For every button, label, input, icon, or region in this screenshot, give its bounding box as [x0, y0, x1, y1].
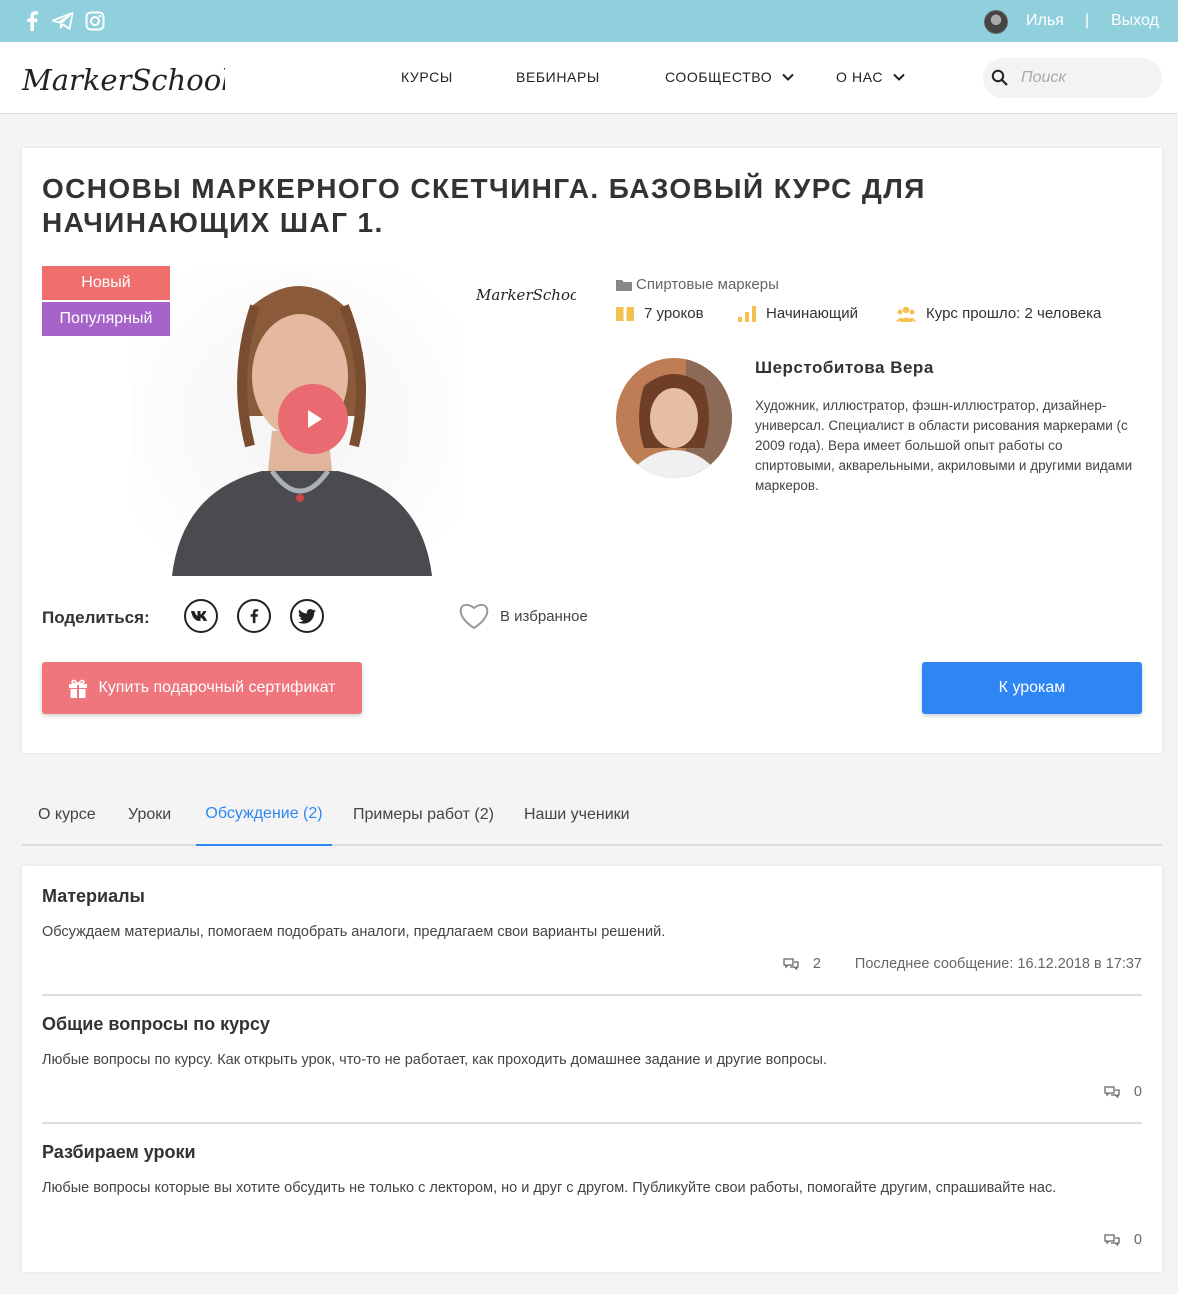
level-bars-icon	[738, 305, 756, 322]
topic-meta: 0	[1104, 1232, 1142, 1248]
author-bio: Художник, иллюстратор, фэшн-иллюстратор,…	[755, 398, 1133, 493]
badge-popular: Популярный	[42, 302, 170, 336]
lessons-count: 7 уроков	[616, 305, 704, 322]
search-box	[983, 58, 1162, 98]
topic-description: Любые вопросы по курсу. Как открыть урок…	[42, 1052, 827, 1068]
svg-text:MarkerSchool: MarkerSchool	[21, 63, 225, 97]
topic-meta: 2 Последнее сообщение: 16.12.2018 в 17:3…	[783, 956, 1142, 972]
markerschool-watermark-logo: MarkerSchool	[476, 286, 576, 304]
list-item: Разбираем уроки Любые вопросы которые вы…	[42, 1142, 1142, 1262]
user-avatar[interactable]	[984, 10, 1008, 34]
tab-students[interactable]: Наши ученики	[524, 784, 630, 846]
chevron-down-icon	[782, 73, 794, 81]
topic-description: Обсуждаем материалы, помогаем подобрать …	[42, 924, 666, 940]
comment-count: 0	[1133, 1232, 1142, 1248]
course-level: Начинающий	[738, 305, 858, 322]
course-tabs: О курсе Уроки Обсуждение (2) Примеры раб…	[22, 784, 1162, 846]
list-item: Общие вопросы по курсу Любые вопросы по …	[42, 1014, 1142, 1124]
comments-icon	[783, 958, 799, 970]
share-vk-button[interactable]	[184, 599, 218, 633]
facebook-icon	[250, 609, 259, 624]
badge-new: Новый	[42, 266, 170, 300]
comments-icon	[1104, 1234, 1120, 1246]
tab-about[interactable]: О курсе	[38, 784, 96, 846]
share-twitter-button[interactable]	[290, 599, 324, 633]
comments-icon	[1104, 1086, 1120, 1098]
instagram-icon[interactable]	[84, 10, 106, 32]
users-icon	[896, 306, 916, 322]
go-to-lessons-button[interactable]: К урокам	[922, 662, 1142, 714]
search-icon[interactable]	[991, 69, 1009, 87]
topic-title[interactable]: Общие вопросы по курсу	[42, 1014, 270, 1035]
course-title: Основы маркерного скетчинга. Базовый кур…	[42, 173, 926, 238]
book-icon	[616, 306, 634, 321]
tab-lessons[interactable]: Уроки	[128, 784, 171, 846]
discussion-list: Материалы Обсуждаем материалы, помогаем …	[22, 866, 1162, 1272]
markerschool-logo[interactable]: MarkerSchool	[20, 58, 225, 102]
tab-discussion[interactable]: Обсуждение (2)	[196, 784, 332, 846]
topic-title[interactable]: Материалы	[42, 886, 145, 907]
topic-description: Любые вопросы которые вы хотите обсудить…	[42, 1180, 1057, 1196]
share-label: Поделиться:	[42, 608, 150, 627]
author-photo[interactable]	[616, 358, 732, 478]
comment-count: 2	[812, 956, 821, 972]
twitter-icon	[298, 608, 316, 624]
author-name[interactable]: Шерстобитова Вера	[755, 358, 934, 378]
telegram-icon[interactable]	[51, 10, 75, 32]
divider	[42, 1122, 1142, 1124]
nav-webinars[interactable]: ВЕБИНАРЫ	[516, 69, 600, 85]
folder-icon	[616, 279, 632, 291]
chevron-down-icon	[893, 73, 905, 81]
completed-count: Курс прошло: 2 человека	[896, 305, 1101, 322]
course-category[interactable]: Спиртовые маркеры	[616, 276, 779, 293]
nav-community[interactable]: СООБЩЕСТВО	[665, 69, 794, 85]
gift-icon	[69, 679, 88, 698]
divider	[42, 994, 1142, 996]
buy-gift-certificate-button[interactable]: Купить подарочный сертификат	[42, 662, 362, 714]
list-item: Материалы Обсуждаем материалы, помогаем …	[42, 886, 1142, 996]
heart-icon	[459, 603, 489, 630]
nav-courses[interactable]: КУРСЫ	[401, 69, 453, 85]
comment-count: 0	[1133, 1084, 1142, 1100]
course-card: Основы маркерного скетчинга. Базовый кур…	[22, 148, 1162, 753]
logout-link[interactable]: Выход	[1111, 12, 1159, 30]
topic-title[interactable]: Разбираем уроки	[42, 1142, 196, 1163]
add-to-favorites[interactable]: В избранное	[458, 602, 588, 630]
svg-text:MarkerSchool: MarkerSchool	[476, 286, 576, 304]
top-bar: Илья | Выход	[0, 0, 1178, 42]
play-button[interactable]	[278, 384, 348, 454]
facebook-icon[interactable]	[21, 10, 43, 32]
play-icon	[308, 410, 322, 428]
search-input[interactable]	[1021, 67, 1151, 89]
last-message: Последнее сообщение: 16.12.2018 в 17:37	[854, 956, 1142, 972]
video-preview[interactable]: MarkerSchool Новый Популярный	[42, 266, 590, 576]
nav-about[interactable]: О НАС	[836, 69, 905, 85]
vk-icon	[191, 611, 207, 621]
topic-meta: 0	[1104, 1084, 1142, 1100]
header: MarkerSchool КУРСЫ ВЕБИНАРЫ СООБЩЕСТВО О…	[0, 42, 1178, 114]
share-facebook-button[interactable]	[237, 599, 271, 633]
tab-examples[interactable]: Примеры работ (2)	[353, 784, 494, 846]
user-name-link[interactable]: Илья	[1026, 12, 1064, 30]
separator: |	[1085, 12, 1090, 29]
